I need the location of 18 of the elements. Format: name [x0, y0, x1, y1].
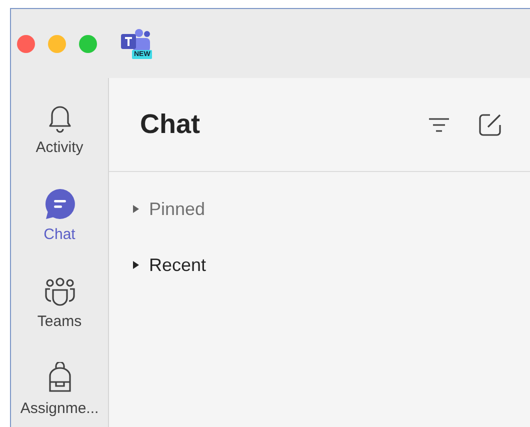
section-header[interactable]: Pinned	[132, 198, 530, 220]
close-button[interactable]	[17, 34, 35, 52]
caret-icon	[132, 204, 140, 214]
rail-item[interactable]: Assignme...	[10, 349, 108, 418]
people-icon	[42, 277, 76, 307]
zoom-button[interactable]	[79, 34, 97, 52]
caret-icon	[132, 260, 140, 270]
rail-item[interactable]: Activity	[10, 88, 108, 157]
compose-icon[interactable]	[478, 112, 502, 136]
bell-icon	[46, 103, 72, 133]
filter-icon[interactable]	[428, 116, 450, 132]
backpack-icon	[46, 362, 72, 394]
rail-item[interactable]: Chat	[10, 175, 108, 244]
minimize-button[interactable]	[48, 34, 66, 52]
page-title: Chat	[140, 108, 201, 142]
rail-item[interactable]: Teams	[10, 262, 108, 331]
chat-icon	[44, 188, 76, 220]
section-header[interactable]: Recent	[132, 254, 530, 276]
